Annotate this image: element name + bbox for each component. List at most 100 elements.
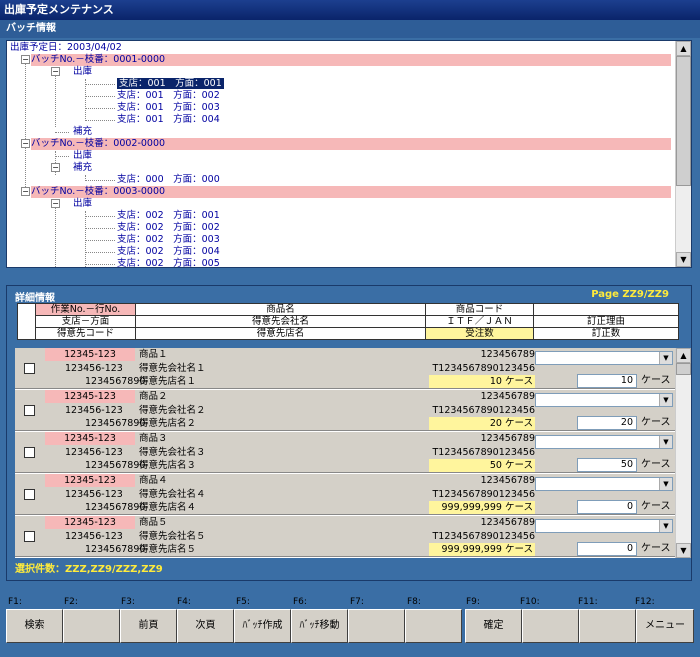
tree-item[interactable]: 支店：002 方面：003 <box>117 234 220 246</box>
f8-button[interactable] <box>405 609 462 643</box>
window-title: 出庫予定メンテナンス <box>0 0 700 20</box>
tree-item[interactable]: 支店：000 方面：000 <box>117 174 220 186</box>
scroll-thumb[interactable] <box>676 363 691 375</box>
customer-code: 1234567890 <box>85 418 146 429</box>
header-cell: 訂正理由 <box>533 315 679 328</box>
tree-out-node[interactable]: 出庫 <box>73 150 92 162</box>
tree-batch-0002[interactable]: バッチNo.－枝番：0002-0000 <box>31 138 671 150</box>
collapse-icon[interactable]: − <box>51 199 60 208</box>
header-cell <box>533 303 679 316</box>
tree-batch-0001[interactable]: バッチNo.－枝番：0001-0000 <box>31 54 671 66</box>
correction-qty-input[interactable]: 10 <box>577 374 637 388</box>
move-batch-button[interactable]: ﾊﾞｯﾁ移動 <box>291 609 348 643</box>
tree-refill-node[interactable]: 補充 <box>73 162 92 174</box>
table-row[interactable]: 12345-123 123456-123 1234567890 商品２ 得意先会… <box>15 390 675 431</box>
confirm-button[interactable]: 確定 <box>465 609 522 643</box>
tree-batch-0003[interactable]: バッチNo.－枝番：0003-0000 <box>31 186 671 198</box>
header-cell: 得意先店名 <box>135 327 426 340</box>
tree-out-node[interactable]: 出庫 <box>73 198 92 210</box>
company-name: 得意先会社名５ <box>139 531 206 542</box>
itf-jan: T1234567890123456 <box>432 489 535 500</box>
next-page-button[interactable]: 次頁 <box>177 609 234 643</box>
scroll-thumb[interactable] <box>676 56 691 186</box>
row-checkbox[interactable] <box>24 447 35 458</box>
correction-qty-input[interactable]: 0 <box>577 542 637 556</box>
correction-qty-input[interactable]: 20 <box>577 416 637 430</box>
product-name: 商品１ <box>139 349 168 360</box>
tree-item[interactable]: 支店：001 方面：002 <box>117 90 220 102</box>
function-key-bar: F1: F2: F3: F4: F5: F6: F7: F8: F9: F10:… <box>0 595 700 657</box>
fkey-label: F12: <box>635 597 655 607</box>
tree-item[interactable]: 支店：001 方面：004 <box>117 114 220 126</box>
tree-refill-node[interactable]: 補充 <box>73 126 92 138</box>
tree-item[interactable]: 支店：002 方面：004 <box>117 246 220 258</box>
header-cell: 訂正数 <box>533 327 679 340</box>
tree-item[interactable]: 支店：001 方面：001 <box>117 78 224 90</box>
menu-button[interactable]: メニュー <box>636 609 694 643</box>
f2-button[interactable] <box>63 609 120 643</box>
rows-scrollbar[interactable]: ▲ ▼ <box>675 348 691 558</box>
fkey-label: F2: <box>64 597 78 607</box>
tree-item[interactable]: 支店：002 方面：005 <box>117 258 220 267</box>
chevron-down-icon[interactable]: ▼ <box>659 352 672 364</box>
reason-select[interactable]: ▼ <box>535 519 673 533</box>
work-no: 12345-123 <box>45 432 135 445</box>
tree-item[interactable]: 支店：002 方面：001 <box>117 210 220 222</box>
chevron-down-icon[interactable]: ▼ <box>659 394 672 406</box>
table-row[interactable]: 12345-123 123456-123 1234567890 商品１ 得意先会… <box>15 348 675 389</box>
branch-area: 123456-123 <box>65 447 123 458</box>
header-cell: 受注数 <box>425 327 534 340</box>
table-row[interactable]: 12345-123 123456-123 1234567890 商品５ 得意先会… <box>15 516 675 557</box>
chevron-down-icon[interactable]: ▼ <box>659 478 672 490</box>
f7-button[interactable] <box>348 609 405 643</box>
correction-qty-input[interactable]: 0 <box>577 500 637 514</box>
product-name: 商品４ <box>139 475 168 486</box>
reason-select[interactable]: ▼ <box>535 351 673 365</box>
company-name: 得意先会社名４ <box>139 489 206 500</box>
selected-count: 選択件数：ZZZ,ZZ9/ZZZ,ZZ9 <box>15 564 163 575</box>
scroll-up-icon[interactable]: ▲ <box>676 348 691 363</box>
scroll-down-icon[interactable]: ▼ <box>676 543 691 558</box>
scroll-down-icon[interactable]: ▼ <box>676 252 691 267</box>
row-checkbox[interactable] <box>24 405 35 416</box>
create-batch-button[interactable]: ﾊﾞｯﾁ作成 <box>234 609 291 643</box>
tree-out-node[interactable]: 出庫 <box>73 66 92 78</box>
collapse-icon[interactable]: − <box>51 67 60 76</box>
prev-page-button[interactable]: 前頁 <box>120 609 177 643</box>
fkey-label: F5: <box>236 597 250 607</box>
row-checkbox[interactable] <box>24 531 35 542</box>
customer-code: 1234567890 <box>85 502 146 513</box>
table-row[interactable]: 12345-123 123456-123 1234567890 商品４ 得意先会… <box>15 474 675 515</box>
detail-rows: 12345-123 123456-123 1234567890 商品１ 得意先会… <box>15 348 675 558</box>
row-checkbox[interactable] <box>24 489 35 500</box>
row-checkbox[interactable] <box>24 363 35 374</box>
product-code: 123456789 <box>480 349 535 360</box>
header-cell: ＩＴＦ／ＪＡＮ <box>425 315 534 328</box>
search-button[interactable]: 検索 <box>6 609 63 643</box>
f11-button[interactable] <box>579 609 636 643</box>
f10-button[interactable] <box>522 609 579 643</box>
store-name: 得意先店名５ <box>139 544 197 555</box>
store-name: 得意先店名１ <box>139 376 197 387</box>
tree-root[interactable]: 出庫予定日：2003/04/02 <box>10 42 122 54</box>
tree-item[interactable]: 支店：002 方面：002 <box>117 222 220 234</box>
tree-item[interactable]: 支店：001 方面：003 <box>117 102 220 114</box>
fkey-label: F8: <box>407 597 421 607</box>
chevron-down-icon[interactable]: ▼ <box>659 520 672 532</box>
correction-unit: ケース <box>641 375 671 386</box>
reason-select[interactable]: ▼ <box>535 435 673 449</box>
tree-scrollbar[interactable]: ▲ ▼ <box>675 41 691 267</box>
reason-select[interactable]: ▼ <box>535 393 673 407</box>
scroll-up-icon[interactable]: ▲ <box>676 41 691 56</box>
table-row[interactable]: 12345-123 123456-123 1234567890 商品３ 得意先会… <box>15 432 675 473</box>
collapse-icon[interactable]: − <box>21 139 30 148</box>
order-qty: 20 ケース <box>429 417 535 430</box>
batch-tree[interactable]: 出庫予定日：2003/04/02 − バッチNo.－枝番：0001-0000 −… <box>6 40 692 268</box>
order-qty: 999,999,999 ケース <box>429 543 535 556</box>
correction-qty-input[interactable]: 50 <box>577 458 637 472</box>
reason-select[interactable]: ▼ <box>535 477 673 491</box>
collapse-icon[interactable]: − <box>21 55 30 64</box>
collapse-icon[interactable]: − <box>51 163 60 172</box>
collapse-icon[interactable]: − <box>21 187 30 196</box>
chevron-down-icon[interactable]: ▼ <box>659 436 672 448</box>
